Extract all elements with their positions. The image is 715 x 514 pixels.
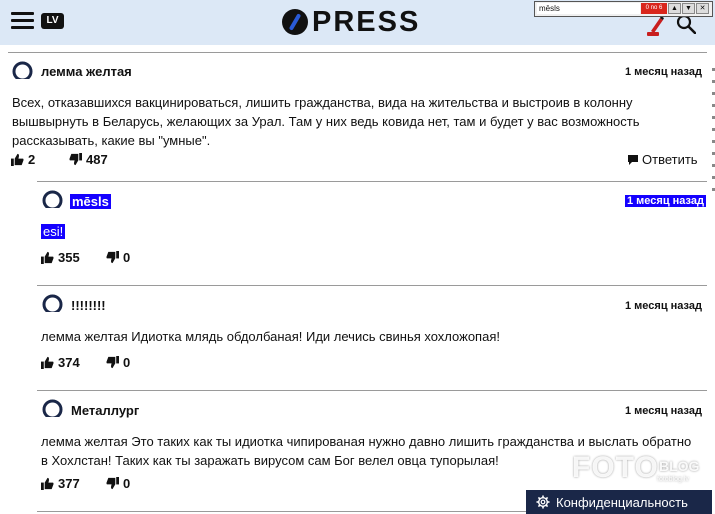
thumbs-up-icon [11,153,24,166]
like-count: 377 [58,476,80,491]
like-count: 374 [58,355,80,370]
comment-author[interactable]: лемма желтая [41,64,132,79]
comment-date: 1 месяц назад [625,300,702,312]
dislike-button[interactable]: 0 [106,250,130,265]
dislike-button[interactable]: 0 [106,355,130,370]
logo-mark-icon [282,9,308,35]
comment-text: лемма желтая Идиотка млядь обдолбаная! И… [41,329,500,344]
dislike-count: 0 [123,476,131,491]
find-close-button[interactable]: ✕ [696,3,709,14]
divider [37,511,527,512]
comment-author[interactable]: Металлург [71,403,139,418]
comment-author[interactable]: mēsls [70,194,111,209]
dislike-count: 487 [86,152,108,167]
watermark-site: fotoblog.lv [657,476,689,483]
reply-label: Ответить [642,152,698,167]
highlighted-date: 1 месяц назад [625,195,706,207]
like-button[interactable]: 355 [41,250,80,265]
comment-text: esi! [41,222,66,241]
find-input[interactable]: mēsls [537,3,640,14]
comment-date: 1 месяц назад [625,66,702,78]
comment-author[interactable]: !!!!!!!! [71,298,106,313]
like-count: 2 [28,152,36,167]
comment-text: Всех, отказавшихся вакцинироваться, лиши… [12,95,640,148]
dislike-button[interactable]: 0 [106,476,130,491]
thumbs-up-icon [41,477,54,490]
thumbs-up-icon [41,356,54,369]
like-button[interactable]: 374 [41,355,80,370]
comment-icon [628,154,638,165]
highlighted-text: esi! [41,224,66,239]
divider [37,181,707,182]
watermark: FOTO BLOG fotoblog.lv [572,451,712,491]
dislike-count: 0 [123,355,131,370]
pen-icon[interactable] [645,15,665,37]
avatar-icon [42,399,63,420]
find-next-button[interactable]: ▼ [682,3,695,14]
thumbs-down-icon [106,251,119,264]
divider [37,285,707,286]
like-button[interactable]: 377 [41,476,80,491]
thumbs-down-icon [69,153,82,166]
search-icon[interactable] [676,14,696,34]
like-count: 355 [58,250,80,265]
find-prev-button[interactable]: ▲ [668,3,681,14]
dislike-count: 0 [123,250,131,265]
privacy-label: Конфиденциальность [556,494,688,510]
menu-icon[interactable] [11,12,34,30]
divider [37,390,707,391]
find-bar: mēsls 0 no 6 ▲ ▼ ✕ [534,1,713,17]
watermark-foto: FOTO [572,451,659,484]
gear-icon [536,495,550,509]
logo-text: PRESS [312,5,421,38]
language-switch[interactable]: LV [41,13,64,29]
avatar-icon [42,190,63,211]
thumbs-down-icon [106,477,119,490]
comment-date: 1 месяц назад [625,195,706,207]
thumbs-down-icon [106,356,119,369]
site-logo[interactable]: PRESS [282,5,421,38]
find-count: 0 no 6 [641,3,667,14]
avatar-icon [12,61,33,82]
dislike-button[interactable]: 487 [69,152,108,167]
divider [8,52,707,53]
privacy-settings-button[interactable]: Конфиденциальность [526,490,712,514]
watermark-blog: BLOG [659,458,700,474]
thumbs-up-icon [41,251,54,264]
comment-date: 1 месяц назад [625,405,702,417]
avatar-icon [42,294,63,315]
highlighted-author: mēsls [70,194,111,209]
reply-button[interactable]: Ответить [627,152,698,167]
like-button[interactable]: 2 [11,152,35,167]
